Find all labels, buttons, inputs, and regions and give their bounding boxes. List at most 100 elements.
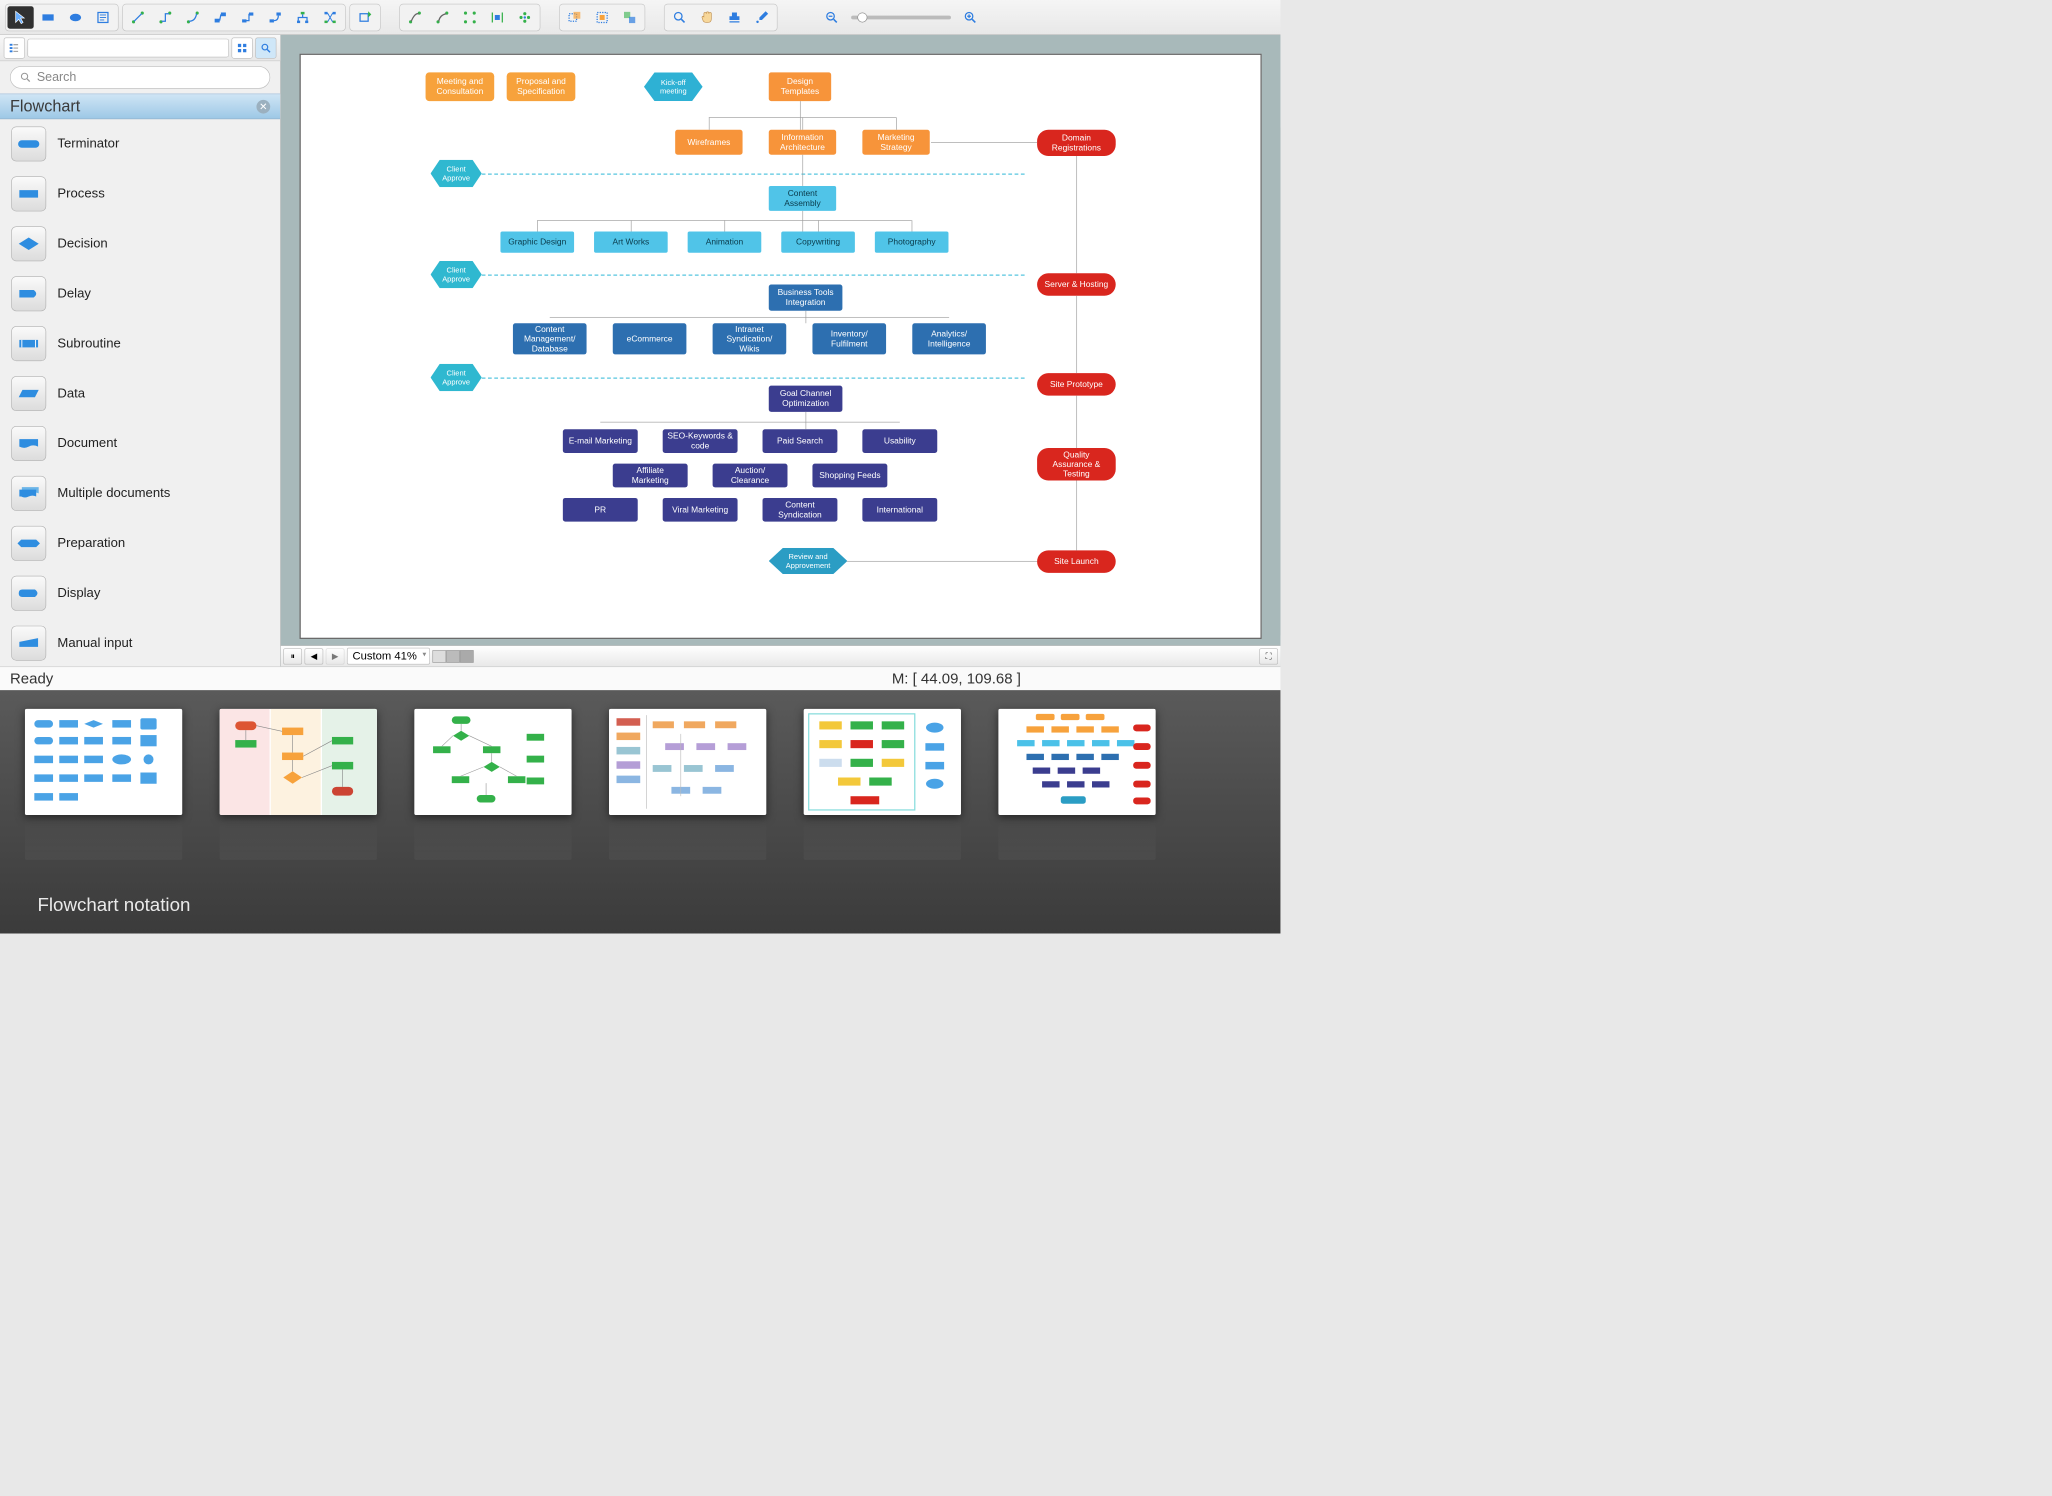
node-seo[interactable]: SEO-Keywords & code: [663, 429, 738, 453]
library-filter-input[interactable]: [27, 38, 229, 57]
node-approve-1[interactable]: Client Approve: [431, 160, 482, 187]
library-search-button[interactable]: [255, 37, 276, 58]
gallery-item[interactable]: [414, 709, 571, 860]
node-review[interactable]: Review and Approvement: [769, 548, 848, 574]
connector-6-button[interactable]: [262, 6, 288, 28]
insert-shape-button[interactable]: [352, 6, 378, 28]
align-button[interactable]: [484, 6, 510, 28]
ellipse-tool-button[interactable]: [62, 6, 88, 28]
shape-data[interactable]: Data: [0, 369, 280, 419]
prev-page-button[interactable]: ◀: [305, 648, 324, 664]
stamp-tool-button[interactable]: [721, 6, 747, 28]
connector-2-button[interactable]: [152, 6, 178, 28]
zoom-select[interactable]: Custom 41%: [347, 648, 430, 665]
close-section-button[interactable]: ✕: [256, 100, 270, 114]
node-analytics[interactable]: Analytics/ Intelligence: [912, 323, 986, 354]
zoom-in-button[interactable]: [957, 6, 983, 28]
shape-preparation[interactable]: Preparation: [0, 519, 280, 569]
connector-3-button[interactable]: [180, 6, 206, 28]
tree-connector-button[interactable]: [290, 6, 316, 28]
canvas[interactable]: Meeting and Consultation Proposal and Sp…: [300, 54, 1262, 639]
multi-connector-button[interactable]: [317, 6, 343, 28]
eyedropper-tool-button[interactable]: [749, 6, 775, 28]
node-wireframes[interactable]: Wireframes: [675, 130, 742, 155]
node-marketing[interactable]: Marketing Strategy: [862, 130, 929, 155]
zoom-tool-button[interactable]: [666, 6, 692, 28]
node-copywriting[interactable]: Copywriting: [781, 232, 855, 253]
node-assembly[interactable]: Content Assembly: [769, 186, 836, 211]
node-infoarch[interactable]: Information Architecture: [769, 130, 836, 155]
grid-toggle-button[interactable]: [232, 37, 253, 58]
node-meeting[interactable]: Meeting and Consultation: [426, 72, 495, 101]
distribute-button[interactable]: [512, 6, 538, 28]
rectangle-tool-button[interactable]: [35, 6, 61, 28]
node-proposal[interactable]: Proposal and Specification: [507, 72, 576, 101]
connector-4-button[interactable]: [207, 6, 233, 28]
node-auction[interactable]: Auction/ Clearance: [713, 464, 788, 488]
group-2-button[interactable]: [589, 6, 615, 28]
search-input[interactable]: Search: [10, 66, 270, 88]
gallery-item[interactable]: [25, 709, 182, 860]
status-coords: M: [ 44.09, 109.68 ]: [892, 670, 1021, 687]
node-inventory[interactable]: Inventory/ Fulfilment: [812, 323, 886, 354]
shape-subroutine[interactable]: Subroutine: [0, 319, 280, 369]
zoom-slider[interactable]: [851, 15, 951, 19]
group-3-button[interactable]: [617, 6, 643, 28]
path-2-button[interactable]: [429, 6, 455, 28]
shape-display[interactable]: Display: [0, 568, 280, 618]
node-pr[interactable]: PR: [563, 498, 638, 522]
node-hosting[interactable]: Server & Hosting: [1037, 273, 1116, 295]
text-tool-button[interactable]: [90, 6, 116, 28]
node-goal[interactable]: Goal Channel Optimization: [769, 386, 843, 412]
shape-process[interactable]: Process: [0, 169, 280, 219]
node-launch[interactable]: Site Launch: [1037, 550, 1116, 572]
shape-multiple-documents[interactable]: Multiple documents: [0, 469, 280, 519]
node-qa[interactable]: Quality Assurance & Testing: [1037, 448, 1116, 480]
shape-decision[interactable]: Decision: [0, 219, 280, 269]
shape-manual-input[interactable]: Manual input: [0, 618, 280, 666]
shape-delay[interactable]: Delay: [0, 269, 280, 319]
next-page-button[interactable]: ▶: [326, 648, 345, 664]
layer-boxes[interactable]: [432, 650, 473, 662]
gallery-item[interactable]: [609, 709, 766, 860]
gallery-item[interactable]: [998, 709, 1155, 860]
node-kickoff[interactable]: Kick-off meeting: [644, 72, 703, 101]
path-3-button[interactable]: [457, 6, 483, 28]
shape-document[interactable]: Document: [0, 419, 280, 469]
connector-5-button[interactable]: [235, 6, 261, 28]
fullscreen-button[interactable]: ⛶: [1259, 648, 1278, 664]
libraries-tree-button[interactable]: [4, 37, 25, 58]
node-design[interactable]: Design Templates: [769, 72, 831, 101]
shape-terminator[interactable]: Terminator: [0, 119, 280, 169]
node-domain[interactable]: Domain Registrations: [1037, 130, 1116, 156]
node-international[interactable]: International: [862, 498, 937, 522]
group-1-button[interactable]: [562, 6, 588, 28]
pan-tool-button[interactable]: [694, 6, 720, 28]
gallery-item[interactable]: [804, 709, 961, 860]
connector-1-button[interactable]: [125, 6, 151, 28]
node-animation[interactable]: Animation: [688, 232, 762, 253]
node-affiliate[interactable]: Affiliate Marketing: [613, 464, 688, 488]
path-1-button[interactable]: [402, 6, 428, 28]
node-approve-3[interactable]: Client Approve: [431, 364, 482, 391]
node-ecommerce[interactable]: eCommerce: [613, 323, 687, 354]
pages-pause-button[interactable]: ⏸: [283, 648, 302, 664]
node-viral[interactable]: Viral Marketing: [663, 498, 738, 522]
node-shopping[interactable]: Shopping Feeds: [812, 464, 887, 488]
zoom-out-button[interactable]: [819, 6, 845, 28]
gallery-item[interactable]: [220, 709, 377, 860]
node-cms[interactable]: Content Management/ Database: [513, 323, 587, 354]
section-header-flowchart[interactable]: Flowchart ✕: [0, 94, 280, 120]
node-paid[interactable]: Paid Search: [763, 429, 838, 453]
node-email[interactable]: E-mail Marketing: [563, 429, 638, 453]
node-usability[interactable]: Usability: [862, 429, 937, 453]
node-prototype[interactable]: Site Prototype: [1037, 373, 1116, 395]
node-graphic[interactable]: Graphic Design: [500, 232, 574, 253]
pointer-tool-button[interactable]: [7, 6, 33, 28]
node-syndication[interactable]: Content Syndication: [763, 498, 838, 522]
node-photography[interactable]: Photography: [875, 232, 949, 253]
node-biztools[interactable]: Business Tools Integration: [769, 285, 843, 311]
node-intranet[interactable]: Intranet Syndication/ Wikis: [713, 323, 787, 354]
node-artworks[interactable]: Art Works: [594, 232, 668, 253]
node-approve-2[interactable]: Client Approve: [431, 261, 482, 288]
